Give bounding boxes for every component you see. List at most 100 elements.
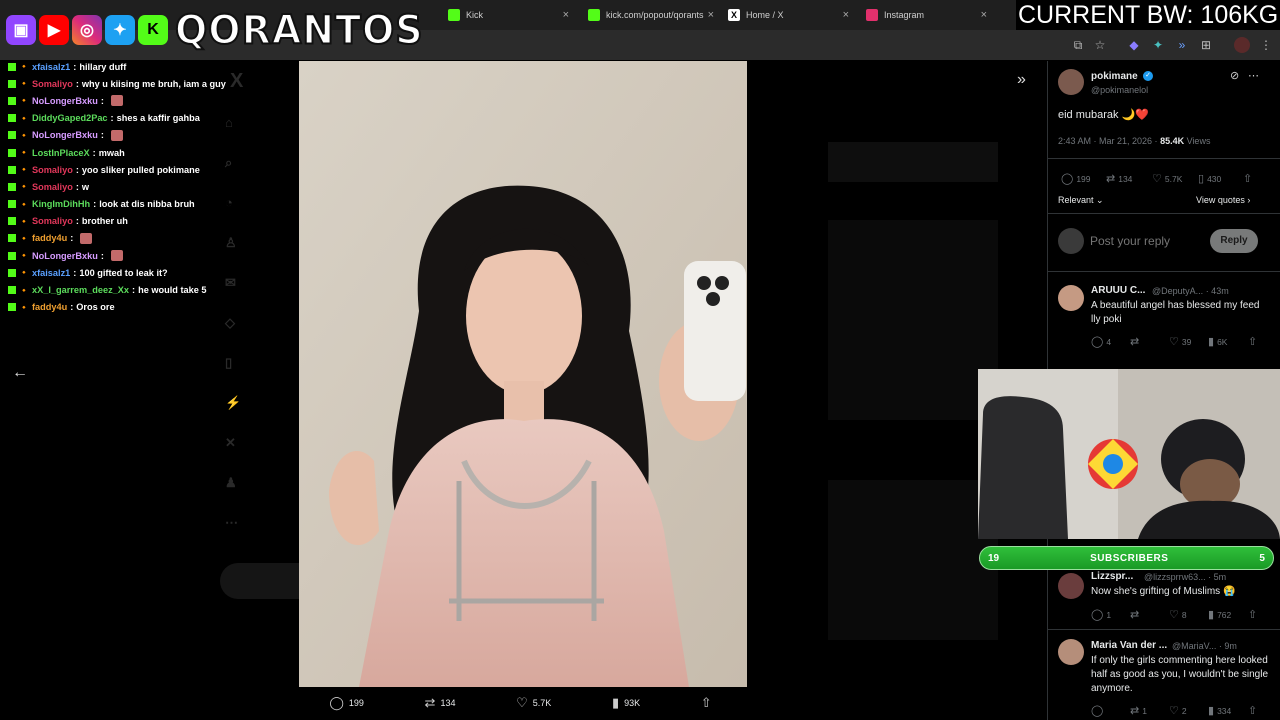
chat-username[interactable]: KingImDihHh [32, 199, 90, 209]
bookmark-star-icon[interactable]: ☆ [1092, 37, 1108, 53]
close-icon[interactable]: × [563, 9, 569, 21]
view-quotes-link[interactable]: View quotes › [1196, 195, 1250, 205]
expand-panel-icon[interactable]: » [1017, 71, 1026, 89]
reply-icon: ◯ [1091, 609, 1104, 621]
reply-count: 4 [1106, 336, 1112, 347]
extension-icon[interactable]: » [1174, 37, 1190, 53]
back-arrow-icon[interactable]: ← [12, 364, 28, 382]
reply-text: If only the girls commenting here looked… [1091, 655, 1269, 694]
chat-username[interactable]: Somaliyo [32, 165, 73, 175]
chat-username[interactable]: Somaliyo [32, 216, 73, 226]
close-icon[interactable]: × [981, 9, 987, 21]
reply-avatar[interactable] [1058, 639, 1084, 665]
like-count: 5.7K [1164, 173, 1183, 184]
chat-text: he would take 5 [138, 285, 207, 296]
tab-home-x[interactable]: X Home / X × [720, 3, 855, 27]
grok-icon[interactable]: ⊘ [1230, 69, 1239, 82]
reply-retweet-stat[interactable]: ⇄ [1130, 608, 1142, 621]
retweet-action[interactable]: ⇄ 134 [425, 695, 456, 711]
chat-message: 🔸 NoLongerBxku: [0, 247, 300, 264]
reply-retweet-stat[interactable]: ⇄ [1130, 335, 1142, 348]
like-action[interactable]: ♡ 5.7K [516, 695, 551, 711]
bodyweight-banner: CURRENT BW: 106KG [1016, 0, 1280, 30]
reply-avatar[interactable] [1058, 285, 1084, 311]
profile-avatar[interactable] [1234, 37, 1250, 53]
reply-avatar[interactable] [1058, 573, 1084, 599]
reply-like-stat[interactable]: ♡ 8 [1169, 608, 1187, 621]
kick-badge-icon [8, 62, 16, 71]
reply-icon: ◯ [1061, 173, 1074, 185]
chat-username[interactable]: xX_I_garrem_deez_Xx [32, 285, 129, 295]
reply-retweet-stat[interactable]: ⇄ 1 [1130, 704, 1147, 717]
chat-username[interactable]: NoLongerBxku [32, 96, 98, 106]
reply-like-stat[interactable]: ♡ 39 [1169, 335, 1191, 348]
tab-instagram[interactable]: Instagram × [858, 3, 993, 27]
share-action[interactable]: ⇧ [701, 695, 717, 711]
chat-colon: : [100, 95, 104, 106]
sub-badge-icon: 🔸 [19, 79, 29, 89]
extension-icon[interactable]: ◆ [1126, 37, 1142, 53]
sub-badge-icon: 🔸 [19, 62, 29, 72]
reply-reply-stat[interactable]: ◯ 4 [1091, 335, 1111, 348]
chat-username[interactable]: Somaliyo [32, 182, 73, 192]
bookmark-stat[interactable]: ▯ 430 [1198, 172, 1221, 185]
reply-count: 199 [1076, 173, 1091, 184]
streamer-webcam [978, 369, 1280, 539]
chat-text: 100 gifted to leak it? [79, 267, 168, 278]
like-count: 8 [1181, 609, 1187, 620]
reply-author-name[interactable]: Maria Van der ... [1091, 640, 1167, 651]
reply-share-button[interactable]: ⇧ [1248, 704, 1257, 717]
share-button[interactable]: ⇧ [1243, 172, 1252, 185]
chat-username[interactable]: LostInPlaceX [32, 148, 90, 158]
extensions-puzzle-icon[interactable]: ⊞ [1198, 37, 1214, 53]
close-icon[interactable]: × [843, 9, 849, 21]
chat-message: 🔸 DiddyGaped2Pac: shes a kaffir gahba [0, 110, 300, 127]
reply-author-name[interactable]: Lizzspr... [1091, 571, 1133, 582]
tweet-views-label: Views [1184, 136, 1211, 146]
kick-badge-icon [8, 286, 16, 295]
chat-username[interactable]: NoLongerBxku [32, 251, 98, 261]
reply-button[interactable]: Reply [1210, 229, 1258, 253]
reply-count: 1 [1106, 609, 1112, 620]
close-icon[interactable]: × [708, 9, 714, 21]
reply-reply-stat[interactable]: ◯ 1 [1091, 608, 1111, 621]
reply-author-name[interactable]: ARUUU C... [1091, 285, 1145, 296]
tweet-media-image[interactable] [299, 61, 747, 687]
chat-username[interactable]: DiddyGaped2Pac [32, 113, 108, 123]
reply-reply-stat[interactable]: ◯ [1091, 704, 1106, 717]
chat-message: 🔸 Somaliyo: why u kiising me bruh, iam a g… [0, 75, 300, 92]
reply-action[interactable]: ◯ 199 [329, 695, 364, 711]
chat-username[interactable]: xfaisalz1 [32, 268, 70, 278]
tab-kick-popout[interactable]: kick.com/popout/qorants × [580, 3, 720, 27]
reply-like-stat[interactable]: ♡ 2 [1169, 704, 1187, 717]
stream-screen: Kick × kick.com/popout/qorants × X Home … [0, 0, 1280, 720]
chat-username[interactable]: faddy4u [32, 302, 67, 312]
retweet-stat[interactable]: ⇄ 134 [1106, 172, 1132, 185]
action-count: 199 [348, 698, 364, 708]
menu-kebab-icon[interactable]: ⋮ [1258, 37, 1274, 53]
more-options-icon[interactable]: ⋯ [1248, 69, 1259, 82]
relevant-sort[interactable]: Relevant ⌄ [1058, 195, 1104, 206]
install-app-icon[interactable]: ⧉ [1070, 37, 1086, 53]
chat-username[interactable]: Somaliyo [32, 79, 73, 89]
reply-input[interactable] [1090, 231, 1210, 251]
tab-kick[interactable]: Kick × [440, 3, 575, 27]
author-avatar[interactable] [1058, 69, 1084, 95]
views-icon: ▮ [611, 695, 620, 710]
extension-icon[interactable]: ✦ [1150, 37, 1166, 53]
chat-username[interactable]: faddy4u [32, 233, 67, 243]
reply-views-stat[interactable]: ▮ 6K [1208, 335, 1227, 348]
reply-stat[interactable]: ◯ 199 [1061, 172, 1091, 185]
author-handle[interactable]: @pokimanelol [1091, 85, 1148, 95]
reply-views-stat[interactable]: ▮ 334 [1208, 704, 1231, 717]
share-icon: ⇧ [1243, 173, 1253, 185]
reply-share-button[interactable]: ⇧ [1248, 335, 1257, 348]
views-action[interactable]: ▮ 93K [612, 695, 640, 711]
reply-views-stat[interactable]: ▮ 762 [1208, 608, 1231, 621]
like-stat[interactable]: ♡ 5.7K [1152, 172, 1182, 185]
chat-username[interactable]: NoLongerBxku [32, 130, 98, 140]
chat-emote-icon [110, 95, 123, 107]
chat-username[interactable]: xfaisalz1 [32, 62, 70, 72]
author-name[interactable]: pokimane [1091, 71, 1138, 82]
reply-share-button[interactable]: ⇧ [1248, 608, 1257, 621]
